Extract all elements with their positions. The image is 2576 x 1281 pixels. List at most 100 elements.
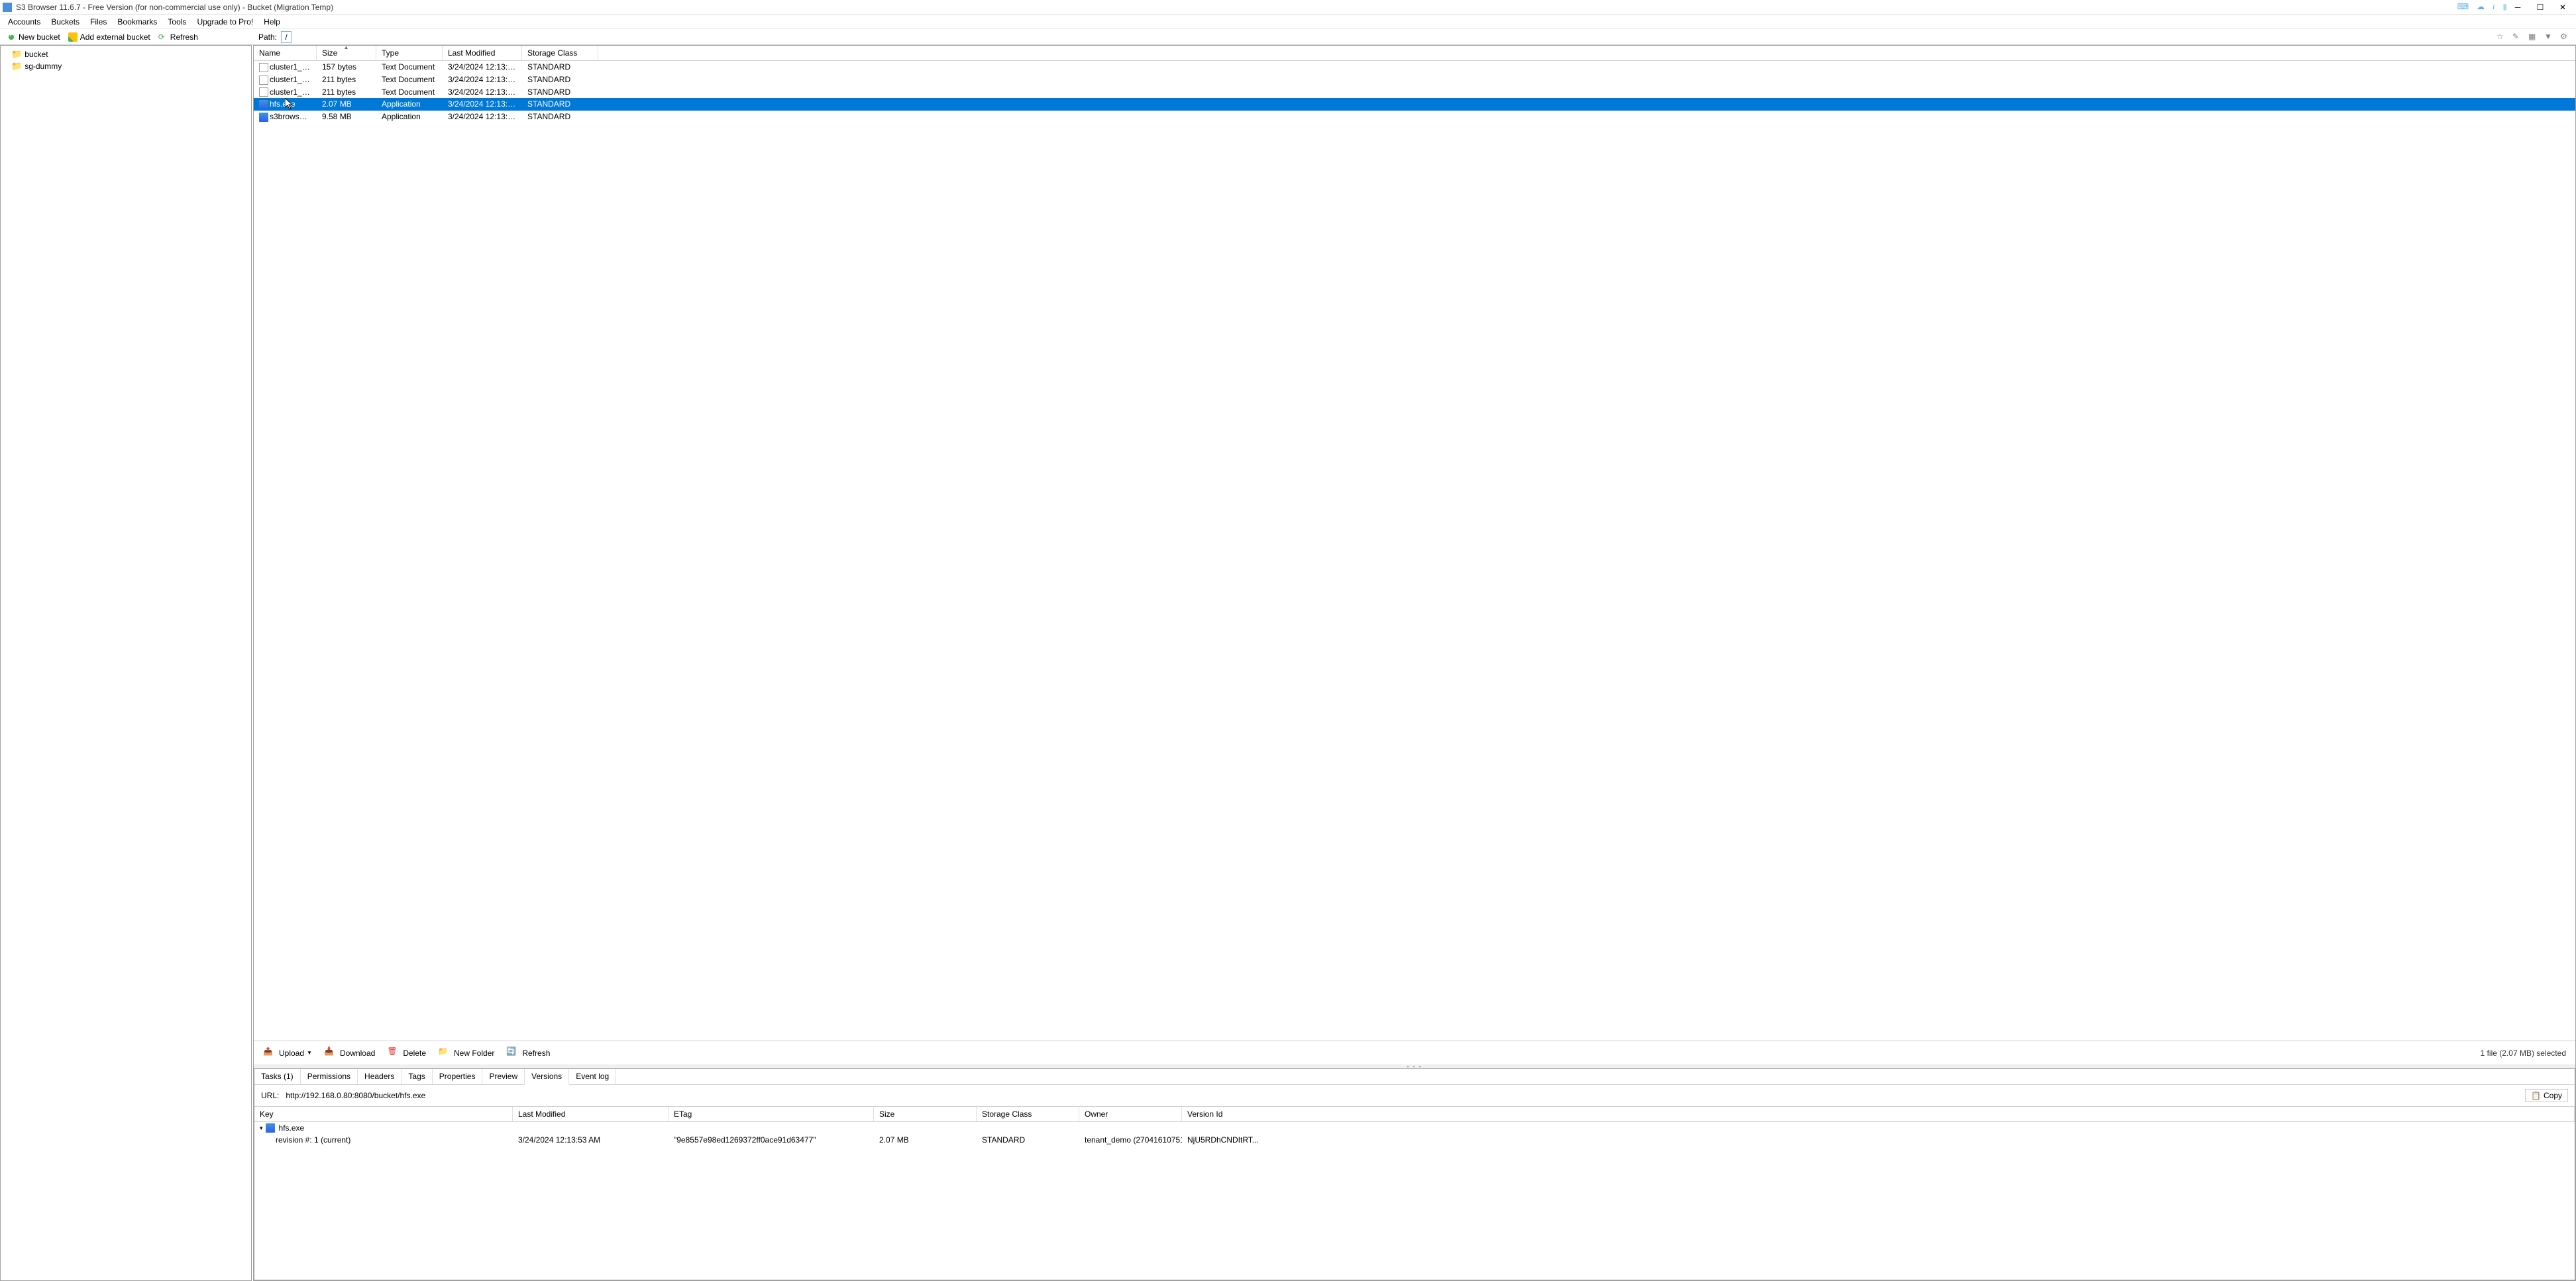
version-root-key: hfs.exe [279,1123,305,1133]
path-bar: Path: / [258,29,292,45]
file-type: Text Document [376,86,443,99]
ver-col-size[interactable]: Size [874,1107,977,1121]
menu-files[interactable]: Files [85,16,112,28]
file-row[interactable]: cluster1_svm...211 bytesText Document3/2… [254,86,2575,99]
ver-col-owner[interactable]: Owner [1079,1107,1182,1121]
layout-icon[interactable]: ▦ [2528,32,2539,42]
tab-tasks[interactable]: Tasks (1) [254,1069,301,1084]
file-row[interactable]: hfs.exe2.07 MBApplication3/24/2024 12:13… [254,98,2575,111]
download-button[interactable]: 📥 Download [319,1044,380,1062]
version-id: NjU5RDhCNDItRT... [1182,1134,2575,1146]
keyboard-icon[interactable]: ⌨ [2457,2,2469,12]
add-icon [7,32,16,42]
settings-icon[interactable]: ⚙ [2560,32,2571,42]
upload-icon: 📤 [263,1047,276,1060]
filter-icon[interactable]: ▼ [2544,32,2555,42]
column-storage[interactable]: Storage Class [522,46,598,60]
app-icon [3,3,12,12]
file-modified: 3/24/2024 12:13:53 AM [443,98,522,111]
file-name: cluster1_dem... [254,61,317,74]
menu-help[interactable]: Help [258,16,286,28]
version-size: 2.07 MB [874,1134,977,1146]
file-size: 9.58 MB [317,111,376,123]
folder-icon: 📁 [11,61,22,72]
file-row[interactable]: cluster1_dem...157 bytesText Document3/2… [254,61,2575,74]
url-value[interactable]: http://192.168.0.80:8080/bucket/hfs.exe [286,1091,2518,1100]
file-storage: STANDARD [522,86,598,99]
refresh-button[interactable]: ⟳ Refresh [154,31,202,43]
bottom-panel: Tasks (1) Permissions Headers Tags Prope… [254,1068,2575,1280]
tab-properties[interactable]: Properties [433,1069,483,1084]
menu-upgrade[interactable]: Upgrade to Pro! [191,16,258,28]
bucket-tree: 📁 bucket 📁 sg-dummy [0,45,252,1281]
cloud-icon[interactable]: ☁ [2477,2,2485,12]
column-size-label: Size [322,48,337,58]
ver-col-storage[interactable]: Storage Class [977,1107,1079,1121]
column-modified[interactable]: Last Modified [443,46,522,60]
exe-icon [266,1123,275,1133]
star-icon[interactable]: ☆ [2496,32,2507,42]
upload-button[interactable]: 📤 Upload ▼ [258,1044,317,1062]
ver-col-key[interactable]: Key [254,1107,513,1121]
maximize-button[interactable]: ☐ [2530,1,2551,14]
tab-versions[interactable]: Versions [525,1069,569,1085]
file-list: Name ▲ Size Type Last Modified Storage C… [254,46,2575,1041]
copy-icon: 📋 [2531,1091,2541,1100]
menu-buckets[interactable]: Buckets [46,16,85,28]
new-folder-label: New Folder [454,1049,494,1058]
column-name[interactable]: Name [254,46,317,60]
ver-col-modified[interactable]: Last Modified [513,1107,669,1121]
info-icon[interactable]: i [2493,2,2495,12]
file-modified: 3/24/2024 12:13:53 AM [443,86,522,99]
refresh-files-button[interactable]: 🔄 Refresh [501,1044,555,1062]
menu-bookmarks[interactable]: Bookmarks [112,16,162,28]
file-modified: 3/24/2024 12:13:53 AM [443,111,522,123]
refresh-icon: ⟳ [158,32,168,42]
exe-icon [259,100,268,109]
bookmark-icon[interactable]: ▮ [2502,2,2507,12]
delete-button[interactable]: 🗑 Delete [382,1044,431,1062]
url-label: URL: [261,1091,279,1100]
menu-tools[interactable]: Tools [162,16,191,28]
add-external-bucket-button[interactable]: Add external bucket [64,31,154,43]
tab-preview[interactable]: Preview [482,1069,525,1084]
sort-asc-icon: ▲ [344,46,349,50]
file-row[interactable]: cluster1_svm...211 bytesText Document3/2… [254,74,2575,86]
edit-icon[interactable]: ✎ [2512,32,2523,42]
file-size: 211 bytes [317,86,376,99]
file-storage: STANDARD [522,111,598,123]
main-area: 📁 bucket 📁 sg-dummy Name ▲ Size Type Las… [0,45,2576,1281]
column-size[interactable]: ▲ Size [317,46,376,60]
tree-item-sg-dummy[interactable]: 📁 sg-dummy [3,60,248,72]
column-type[interactable]: Type [376,46,443,60]
file-modified: 3/24/2024 12:13:53 AM [443,74,522,86]
file-type: Text Document [376,61,443,74]
file-storage: STANDARD [522,98,598,111]
menubar: Accounts Buckets Files Bookmarks Tools U… [0,15,2576,29]
ver-col-versionid[interactable]: Version Id [1182,1107,2575,1121]
tab-headers[interactable]: Headers [358,1069,402,1084]
new-bucket-label: New bucket [19,32,60,42]
close-button[interactable]: ✕ [2552,1,2573,14]
tab-permissions[interactable]: Permissions [301,1069,358,1084]
version-row[interactable]: revision #: 1 (current) 3/24/2024 12:13:… [254,1134,2575,1146]
file-row[interactable]: s3browser-11...9.58 MBApplication3/24/20… [254,111,2575,123]
menu-accounts[interactable]: Accounts [3,16,46,28]
ver-col-etag[interactable]: ETag [669,1107,874,1121]
tab-eventlog[interactable]: Event log [569,1069,616,1084]
copy-label: Copy [2544,1091,2562,1100]
file-name: s3browser-11... [254,111,317,123]
version-root-row[interactable]: ▾ hfs.exe [254,1122,2575,1134]
copy-button[interactable]: 📋 Copy [2525,1089,2568,1102]
tree-item-bucket[interactable]: 📁 bucket [3,48,248,60]
minimize-button[interactable]: ─ [2507,1,2528,14]
new-bucket-button[interactable]: New bucket [3,31,64,43]
folder-icon: 📁 [11,49,22,60]
folder-add-icon: 📁 [438,1047,451,1060]
collapse-icon[interactable]: ▾ [260,1125,263,1132]
tab-tags[interactable]: Tags [402,1069,432,1084]
tabs: Tasks (1) Permissions Headers Tags Prope… [254,1069,2575,1085]
new-folder-button[interactable]: 📁 New Folder [433,1044,500,1062]
selection-status: 1 file (2.07 MB) selected [2481,1049,2571,1058]
path-input[interactable]: / [281,31,292,43]
